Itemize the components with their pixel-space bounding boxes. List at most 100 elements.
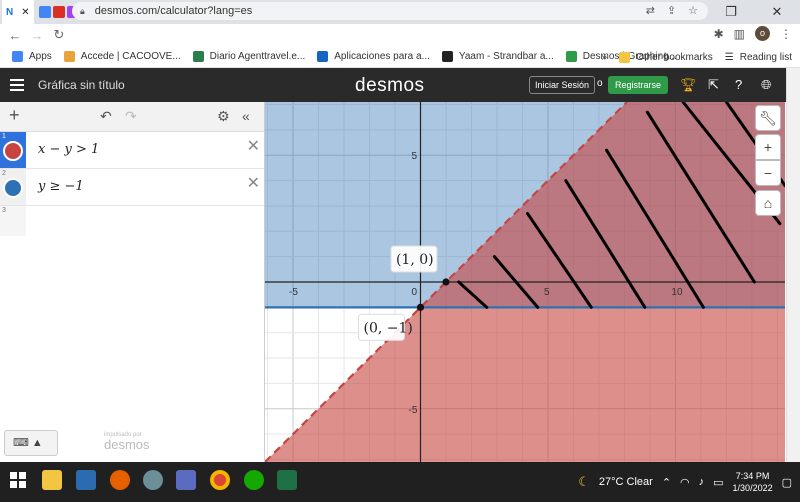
weather-moon-icon[interactable]: ☾ <box>578 474 590 490</box>
expression-row[interactable]: 2 y ≥ −1 ✕ <box>0 169 264 206</box>
expression-color-icon[interactable] <box>3 141 23 161</box>
url-text[interactable]: desmos.com/calculator?lang=es <box>95 5 252 17</box>
empty-expression-row[interactable]: 3 <box>0 206 264 236</box>
bookmark-item[interactable]: Accede | CACOOVE... <box>63 51 181 62</box>
maximize-icon[interactable]: ❐ <box>708 4 754 20</box>
star-icon[interactable]: ☆ <box>688 4 698 17</box>
chevron-up-icon[interactable]: ⌃ <box>662 476 671 489</box>
bookmark-label: Yaam - Strandbar a... <box>458 51 554 62</box>
firefox-icon[interactable] <box>110 470 130 490</box>
desmos-header: Gráfica sin título desmos Iniciar Sesión… <box>0 68 786 102</box>
calculator-icon[interactable] <box>176 470 196 490</box>
sidebar-icon[interactable]: ▥ <box>734 27 745 41</box>
graph-paper[interactable]: -5 0 5 10 5 -5 (1, 0) (0, −1) <box>265 102 785 462</box>
clock-date: 1/30/2022 <box>732 483 773 493</box>
app-icon[interactable] <box>143 470 163 490</box>
expression-index: 1 <box>2 133 6 140</box>
hamburger-menu-icon[interactable] <box>10 79 24 91</box>
help-icon[interactable]: ? <box>735 77 742 92</box>
chrome-icon[interactable] <box>210 470 230 490</box>
tab-favicon-icon[interactable] <box>52 6 65 18</box>
omnibox[interactable]: 🔒︎ desmos.com/calculator?lang=es ⇄ ⇪ ☆ <box>72 2 708 20</box>
other-bookmarks[interactable]: Other bookmarks <box>619 51 713 63</box>
tab-favicon-icon[interactable] <box>38 6 51 18</box>
lock-icon[interactable]: 🔒︎ <box>80 6 85 17</box>
y-tick-label: -5 <box>408 405 417 416</box>
weather-text[interactable]: 27°C Clear <box>599 476 653 488</box>
bookmark-label: Diario Agenttravel.e... <box>209 51 306 62</box>
x-tick-label: 5 <box>544 287 550 298</box>
address-bar-row: ← → ↻ <box>0 24 800 46</box>
keyboard-toggle-button[interactable]: ⌨ ▲ <box>4 430 58 456</box>
home-icon[interactable]: ⌂ <box>755 190 781 216</box>
upwork-icon[interactable] <box>244 470 264 490</box>
bookmark-item[interactable]: Diario Agenttravel.e... <box>192 51 306 62</box>
bookmark-apps[interactable]: Apps <box>12 51 52 62</box>
system-tray: ☾ 27°C Clear ⌃ ◠ ♪ ▭ 7:34 PM 1/30/2022 ▢ <box>578 462 800 502</box>
notifications-icon[interactable]: ▢ <box>782 476 792 489</box>
clock[interactable]: 7:34 PM 1/30/2022 <box>733 470 773 494</box>
point-marker <box>442 278 450 286</box>
translate-icon[interactable]: ⇄ <box>646 4 655 17</box>
gear-icon[interactable]: ⚙ <box>217 108 230 125</box>
expression-row[interactable]: 1 x − y > 1 ✕ <box>0 132 264 169</box>
zoom-out-button[interactable]: − <box>755 160 781 186</box>
signin-button[interactable]: Iniciar Sesión <box>529 76 596 94</box>
expression-color-icon[interactable] <box>3 178 23 198</box>
bookmark-item[interactable]: Yaam - Strandbar a... <box>441 51 554 62</box>
powered-by-desmos[interactable]: impulsado por desmos <box>104 432 150 452</box>
chevron-right-icon[interactable]: » <box>602 52 608 63</box>
bookmarks-bar: Apps Accede | CACOOVE... Diario Agenttra… <box>0 46 800 68</box>
bookmark-favicon-icon <box>441 51 453 62</box>
close-window-icon[interactable]: ✕ <box>754 4 800 20</box>
windows-start-icon[interactable] <box>10 472 26 488</box>
wrench-icon[interactable]: 🔧︎ <box>755 105 781 131</box>
graph-title[interactable]: Gráfica sin título <box>38 78 125 92</box>
x-tick-label: -5 <box>289 287 298 298</box>
reading-list[interactable]: ☰ Reading list <box>725 52 792 63</box>
delete-expression-icon[interactable]: ✕ <box>247 173 260 193</box>
more-menu-icon[interactable]: ⋮ <box>780 27 792 41</box>
undo-icon[interactable]: ↶ <box>100 108 112 125</box>
add-expression-icon[interactable]: + <box>9 105 20 126</box>
delete-expression-icon[interactable]: ✕ <box>247 136 260 156</box>
share-icon[interactable]: ⇱ <box>708 77 719 93</box>
wifi-icon[interactable]: ◠ <box>680 476 690 489</box>
graph-svg[interactable]: -5 0 5 10 5 -5 (1, 0) (0, −1) <box>265 102 785 462</box>
file-explorer-icon[interactable] <box>42 470 62 490</box>
powered-by-logo: desmos <box>104 437 150 452</box>
language-icon[interactable]: ▭ <box>713 476 723 489</box>
active-tab[interactable]: N ✕ <box>2 0 34 24</box>
apps-grid-icon <box>12 51 23 62</box>
close-icon[interactable]: ✕ <box>21 7 29 18</box>
expression-latex[interactable]: x − y > 1 <box>38 142 99 157</box>
register-button[interactable]: Registrarse <box>608 76 669 94</box>
reading-list-label: Reading list <box>739 51 792 63</box>
back-arrow-icon[interactable]: ← <box>4 28 26 43</box>
forward-arrow-icon[interactable]: → <box>26 28 48 43</box>
expression-gutter: 2 <box>0 169 26 205</box>
point-marker <box>416 303 425 311</box>
expression-latex[interactable]: y ≥ −1 <box>38 179 84 194</box>
page-scrollbar[interactable] <box>786 68 800 462</box>
bookmark-favicon-icon <box>317 51 329 62</box>
folder-icon <box>619 51 631 63</box>
redo-icon[interactable]: ↷ <box>125 108 137 125</box>
bookmark-favicon-icon <box>565 51 577 62</box>
zoom-in-button[interactable]: + <box>755 134 781 160</box>
trophy-icon[interactable]: 🏆︎ <box>680 77 697 93</box>
profile-avatar[interactable]: o <box>755 26 770 41</box>
reload-icon[interactable]: ↻ <box>48 27 70 43</box>
expression-gutter: 3 <box>0 206 26 236</box>
share-icon[interactable]: ⇪ <box>667 4 676 17</box>
expression-index: 3 <box>2 207 6 214</box>
spreadsheet-icon[interactable] <box>277 470 297 490</box>
collapse-panel-icon[interactable]: « <box>242 108 250 124</box>
volume-icon[interactable]: ♪ <box>699 476 705 488</box>
globe-icon[interactable]: 🌐︎ <box>761 77 771 93</box>
puzzle-icon[interactable]: ✱ <box>714 27 724 41</box>
expression-gutter: 1 <box>0 132 26 168</box>
media-player-icon[interactable] <box>76 470 96 490</box>
bookmark-item[interactable]: Aplicaciones para a... <box>317 51 430 62</box>
bookmark-label: Aplicaciones para a... <box>334 51 430 62</box>
